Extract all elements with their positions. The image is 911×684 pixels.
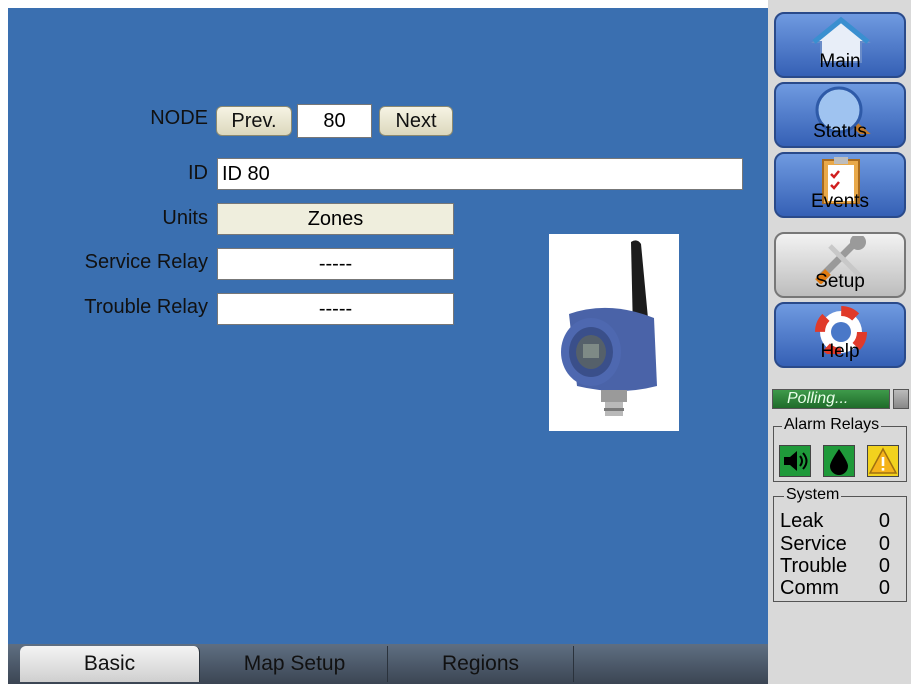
tab-bar: Basic Map Setup Regions (8, 644, 768, 684)
units-field[interactable]: Zones (217, 203, 454, 235)
system-row-value: 0 (878, 555, 890, 577)
system-row-comm: Comm 0 (780, 577, 890, 599)
service-relay-field[interactable]: ----- (217, 248, 454, 280)
system-row-label: Leak (780, 510, 824, 532)
system-row-label: Comm (780, 577, 839, 599)
nav-events-label: Events (810, 191, 870, 212)
system-row-label: Service (780, 533, 847, 555)
alarm-relays-group: Alarm Relays (773, 416, 907, 482)
tab-basic[interactable]: Basic (20, 646, 200, 682)
system-row-value: 0 (878, 510, 890, 532)
nav-help-label: Help (820, 341, 860, 362)
next-button[interactable]: Next (379, 106, 453, 136)
nav-events-button[interactable]: Events (774, 152, 906, 218)
system-row-value: 0 (878, 533, 890, 555)
system-row-service: Service 0 (780, 533, 890, 555)
nav-help-button[interactable]: Help (774, 302, 906, 368)
polling-status-light (893, 389, 909, 409)
system-title: System (784, 486, 842, 504)
speaker-icon (779, 445, 811, 477)
tab-regions[interactable]: Regions (388, 646, 574, 682)
nav-main-label: Main (819, 51, 861, 72)
system-row-trouble: Trouble 0 (780, 555, 890, 577)
tab-map-setup[interactable]: Map Setup (202, 646, 388, 682)
units-label: Units (162, 207, 208, 229)
node-label: NODE (150, 107, 208, 129)
nav-main-button[interactable]: Main (774, 12, 906, 78)
alarm-relays-title: Alarm Relays (782, 416, 882, 434)
trouble-relay-label: Trouble Relay (84, 296, 208, 318)
system-row-leak: Leak 0 (780, 510, 890, 532)
system-row-label: Trouble (780, 555, 848, 577)
service-relay-label: Service Relay (84, 251, 208, 273)
id-label: ID (188, 162, 208, 184)
node-number-field[interactable]: 80 (297, 104, 372, 138)
trouble-relay-field[interactable]: ----- (217, 293, 454, 325)
drop-icon (823, 445, 855, 477)
warning-icon (867, 445, 899, 477)
nav-status-label: Status (813, 121, 867, 142)
nav-setup-button[interactable]: Setup (774, 232, 906, 298)
system-row-value: 0 (878, 577, 890, 599)
id-field[interactable]: ID 80 (217, 158, 743, 190)
nav-setup-label: Setup (815, 271, 865, 292)
device-image (549, 234, 679, 431)
prev-button[interactable]: Prev. (216, 106, 292, 136)
nav-status-button[interactable]: Status (774, 82, 906, 148)
polling-indicator: Polling... (772, 389, 890, 409)
system-group: System Leak 0 Service 0 Trouble 0 Comm 0 (773, 486, 907, 602)
